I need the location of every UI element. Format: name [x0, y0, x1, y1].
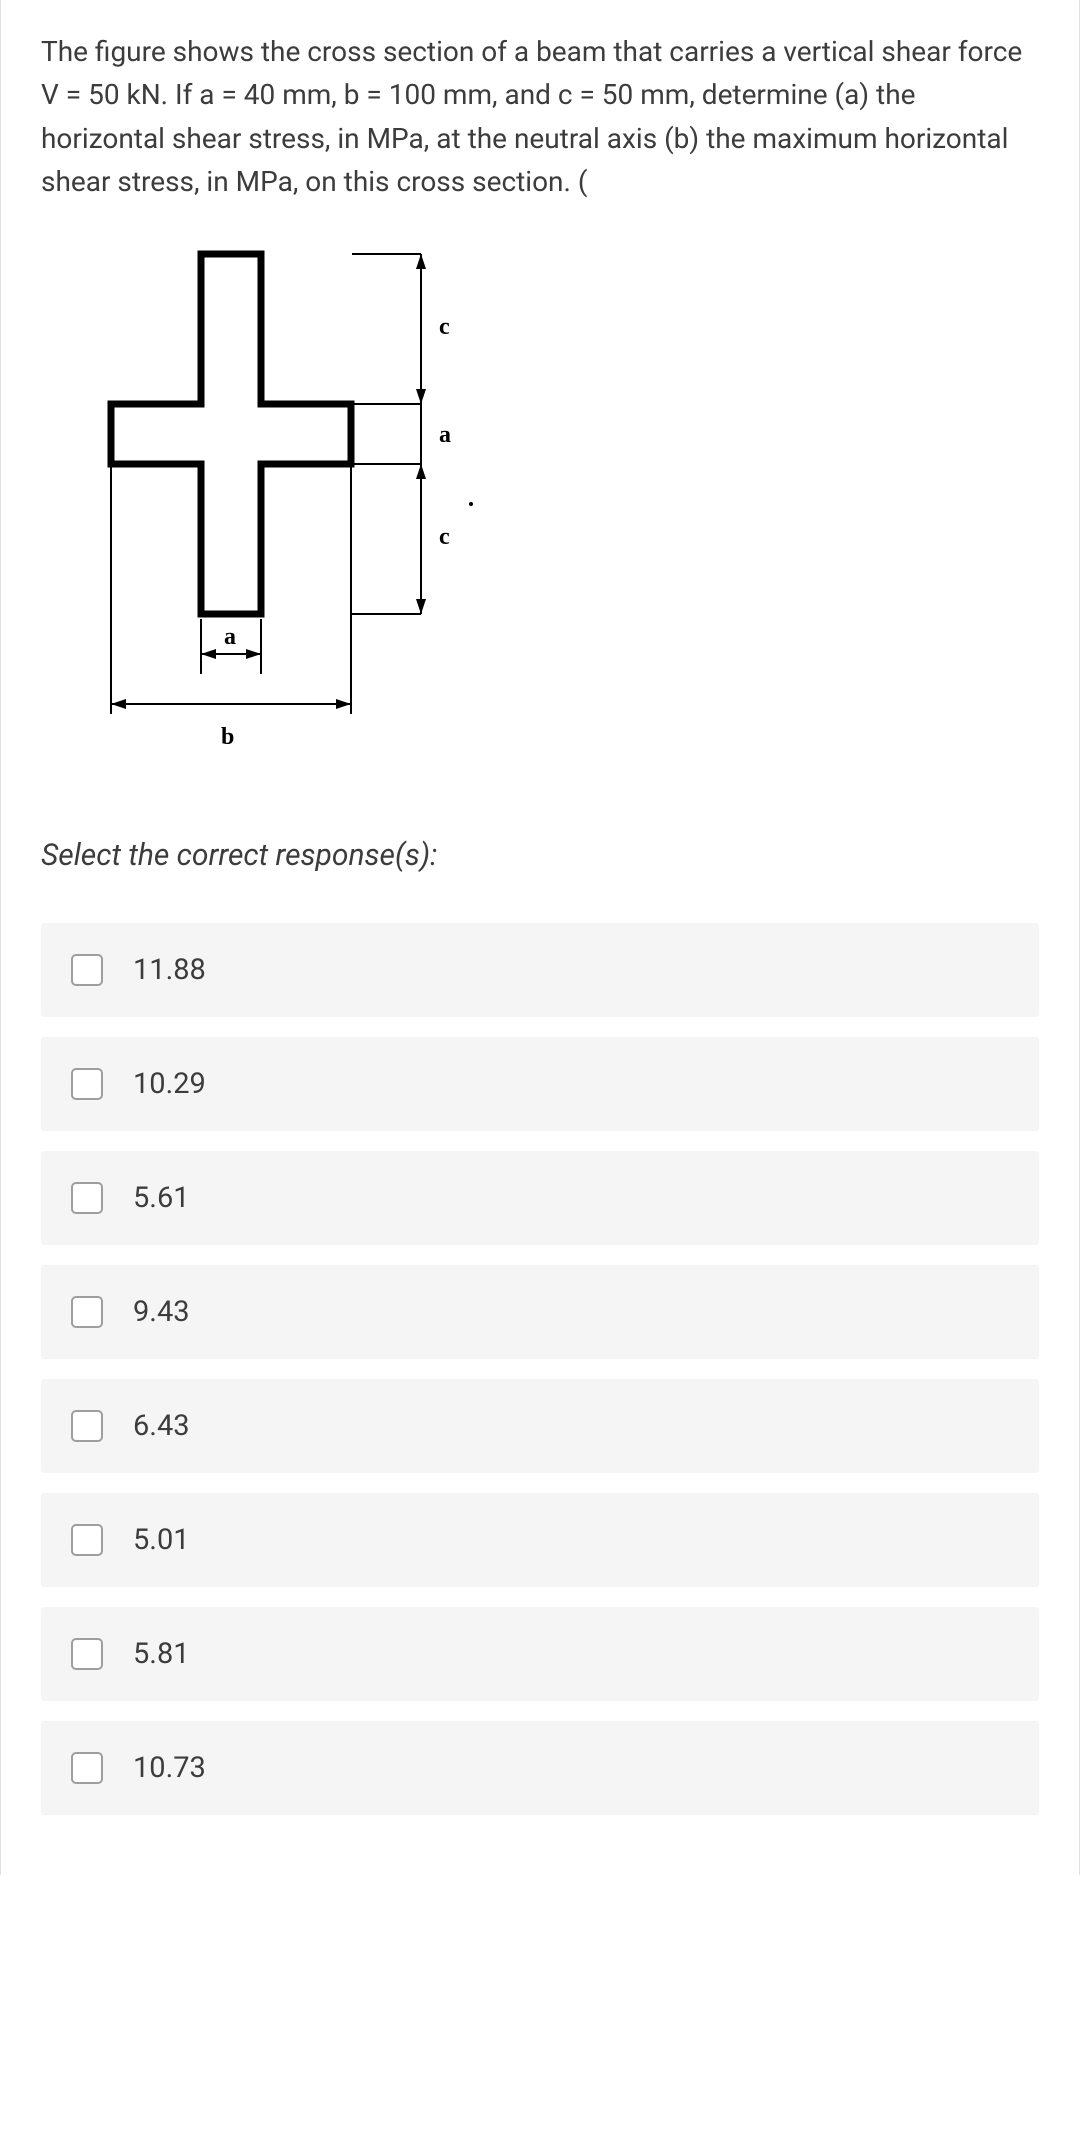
- cross-section-svg: c a c a b: [41, 234, 501, 774]
- dim-label-a-bottom: a: [224, 624, 236, 650]
- option-row[interactable]: 9.43: [41, 1265, 1039, 1359]
- option-row[interactable]: 5.81: [41, 1607, 1039, 1701]
- option-row[interactable]: 10.29: [41, 1037, 1039, 1131]
- option-row[interactable]: 10.73: [41, 1721, 1039, 1815]
- checkbox[interactable]: [71, 1410, 103, 1442]
- checkbox[interactable]: [71, 1524, 103, 1556]
- option-label: 10.29: [133, 1067, 206, 1101]
- option-label: 5.01: [133, 1523, 190, 1557]
- question-container: The figure shows the cross section of a …: [0, 0, 1080, 1875]
- checkbox[interactable]: [71, 1638, 103, 1670]
- dim-label-c-top: c: [439, 314, 450, 340]
- checkbox[interactable]: [71, 1296, 103, 1328]
- option-row[interactable]: 5.61: [41, 1151, 1039, 1245]
- option-label: 9.43: [133, 1295, 190, 1329]
- figure: c a c a b: [41, 234, 1039, 778]
- dim-label-b-bottom: b: [221, 724, 234, 750]
- checkbox[interactable]: [71, 954, 103, 986]
- dim-label-a-mid: a: [439, 422, 451, 448]
- option-label: 10.73: [133, 1751, 206, 1785]
- option-row[interactable]: 11.88: [41, 923, 1039, 1017]
- checkbox[interactable]: [71, 1182, 103, 1214]
- option-label: 5.61: [133, 1181, 190, 1215]
- option-row[interactable]: 5.01: [41, 1493, 1039, 1587]
- option-label: 6.43: [133, 1409, 190, 1443]
- option-label: 5.81: [133, 1637, 190, 1671]
- option-row[interactable]: 6.43: [41, 1379, 1039, 1473]
- question-text: The figure shows the cross section of a …: [41, 30, 1039, 204]
- dim-label-c-bot: c: [439, 524, 450, 550]
- option-label: 11.88: [133, 953, 206, 987]
- checkbox[interactable]: [71, 1752, 103, 1784]
- select-prompt: Select the correct response(s):: [41, 838, 1039, 873]
- checkbox[interactable]: [71, 1068, 103, 1100]
